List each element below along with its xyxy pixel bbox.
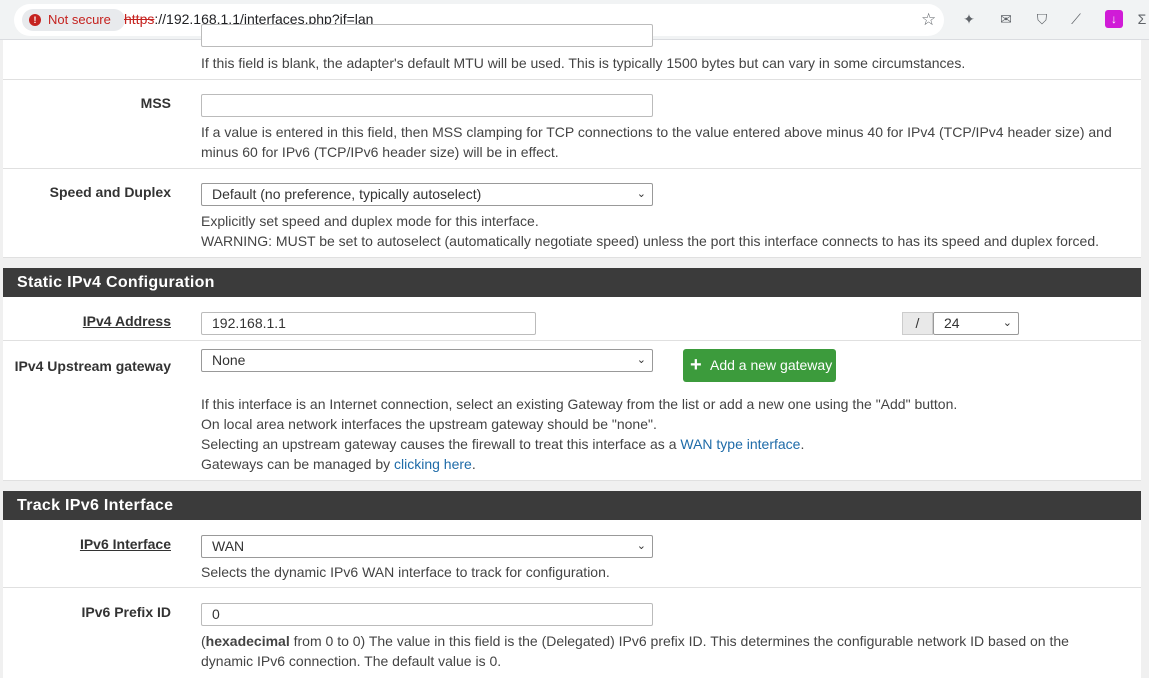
mss-row: MSS If a value is entered in this field,… [3, 80, 1141, 169]
wan-type-interface-link[interactable]: WAN type interface [680, 436, 800, 452]
chevron-down-icon: ⌄ [636, 540, 646, 552]
help-text: Selecting an upstream gateway causes the… [201, 436, 681, 452]
help-text: Gateways can be managed by [201, 456, 395, 472]
puzzle-icon[interactable]: Σ [1135, 10, 1149, 28]
cidr-slash-addon: / [902, 312, 933, 335]
mtu-help: If this field is blank, the adapter's de… [201, 55, 966, 71]
plus-icon: + [690, 354, 702, 376]
cidr-prefix-select[interactable]: 24 ⌄ [933, 312, 1019, 335]
add-gateway-label: Add a new gateway [710, 357, 833, 373]
ipv6-interface-row: IPv6 Interface WAN ⌄ Selects the dynamic… [3, 520, 1141, 588]
mtu-row: If this field is blank, the adapter's de… [3, 24, 1141, 80]
ipv4-gateway-help-2: On local area network interfaces the ups… [201, 416, 657, 432]
ipv4-gateway-help-1: If this interface is an Internet connect… [201, 396, 958, 412]
ipv6-prefix-label: IPv6 Prefix ID [81, 604, 172, 620]
mss-input[interactable] [201, 94, 653, 117]
help-text: from 0 to 0) The value in this field is … [201, 633, 1069, 669]
ipv4-address-label[interactable]: IPv4 Address [83, 313, 171, 329]
shield-icon[interactable]: ⛉ [1033, 10, 1051, 28]
mail-icon[interactable]: ✉ [997, 10, 1015, 28]
track-ipv6-heading: Track IPv6 Interface [3, 491, 1141, 520]
speed-duplex-help-2: WARNING: MUST be set to autoselect (auto… [201, 233, 1100, 249]
security-chip-label: Not secure [48, 12, 111, 27]
ipv4-address-input[interactable]: 192.168.1.1 [201, 312, 536, 335]
ipv4-gateway-help-3: Selecting an upstream gateway causes the… [201, 434, 1121, 454]
download-extension-icon[interactable]: ↓ [1105, 10, 1123, 28]
speed-duplex-help-1: Explicitly set speed and duplex mode for… [201, 213, 539, 229]
security-chip[interactable]: ! Not secure [22, 9, 125, 31]
ipv6-prefix-help: (hexadecimal from 0 to 0) The value in t… [201, 631, 1121, 671]
ipv4-gateway-select[interactable]: None ⌄ [201, 349, 653, 372]
url-scheme: https [124, 11, 155, 27]
chevron-down-icon: ⌄ [636, 188, 646, 200]
speed-duplex-label: Speed and Duplex [49, 184, 171, 200]
static-ipv4-heading: Static IPv4 Configuration [3, 268, 1141, 297]
ipv4-address-row: IPv4 Address 192.168.1.1 / 24 ⌄ [3, 297, 1141, 341]
speed-duplex-help: Explicitly set speed and duplex mode for… [201, 211, 1121, 251]
help-text: . [471, 456, 476, 472]
ipv6-prefix-row: IPv6 Prefix ID 0 (hexadecimal from 0 to … [3, 588, 1141, 678]
cidr-prefix-value: 24 [944, 315, 960, 331]
ipv6-interface-select[interactable]: WAN ⌄ [201, 535, 653, 558]
ipv4-gateway-row: IPv4 Upstream gateway None ⌄ + Add a new… [3, 341, 1141, 481]
mss-help: If a value is entered in this field, the… [201, 124, 1112, 160]
page-content: If this field is blank, the adapter's de… [3, 24, 1141, 678]
speed-duplex-value: Default (no preference, typically autose… [212, 186, 482, 202]
mtu-input[interactable] [201, 24, 653, 47]
ipv4-gateway-value: None [212, 352, 246, 368]
add-gateway-button[interactable]: + Add a new gateway [683, 349, 836, 382]
help-text: . [800, 436, 805, 452]
manage-gateways-link[interactable]: clicking here [394, 456, 472, 472]
warning-icon: ! [29, 14, 41, 26]
chevron-down-icon: ⌄ [1002, 317, 1012, 329]
ipv6-prefix-input[interactable]: 0 [201, 603, 653, 626]
speed-duplex-row: Speed and Duplex Default (no preference,… [3, 169, 1141, 258]
ipv4-gateway-help: If this interface is an Internet connect… [201, 394, 1121, 474]
ipv6-interface-value: WAN [212, 538, 245, 554]
extension-icon[interactable]: ✦ [960, 10, 978, 28]
slash-extension-icon[interactable]: ⟋ [1067, 10, 1085, 28]
hexadecimal-label: hexadecimal [205, 633, 290, 649]
mss-label: MSS [140, 95, 171, 111]
ipv4-gateway-help-4: Gateways can be managed by clicking here… [201, 454, 1121, 474]
ipv4-gateway-label: IPv4 Upstream gateway [14, 358, 171, 374]
speed-duplex-select[interactable]: Default (no preference, typically autose… [201, 183, 653, 206]
bookmark-star-icon[interactable]: ☆ [921, 11, 936, 29]
chevron-down-icon: ⌄ [636, 354, 646, 366]
ipv6-interface-label[interactable]: IPv6 Interface [80, 536, 171, 552]
ipv6-interface-help: Selects the dynamic IPv6 WAN interface t… [201, 564, 610, 580]
